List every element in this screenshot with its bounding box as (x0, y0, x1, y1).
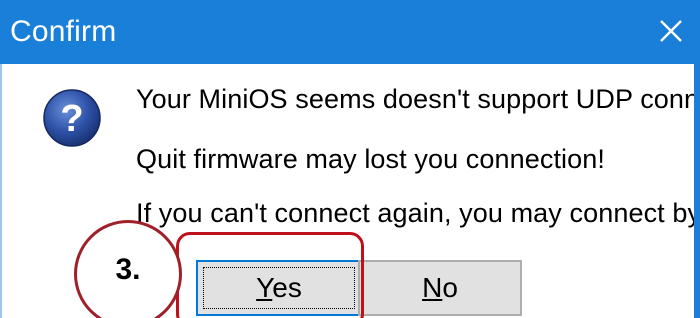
no-label-rest: o (442, 272, 458, 303)
title-bar[interactable]: Confirm (0, 0, 700, 64)
svg-text:?: ? (60, 98, 83, 140)
question-icon: ? (43, 89, 101, 147)
close-button[interactable] (642, 0, 700, 64)
window-left-border (0, 64, 2, 318)
step-number-label: 3. (115, 253, 141, 286)
close-icon (660, 20, 682, 42)
confirm-dialog: Confirm ? Your MiniOS seems doesn't supp… (0, 0, 700, 318)
message-line-3: If you can't connect again, you may conn… (136, 198, 700, 228)
annotation-highlight-box (176, 232, 364, 318)
step-number-callout: 3. (74, 220, 182, 318)
message-line-1: Your MiniOS seems doesn't support UDP co… (136, 84, 700, 114)
dialog-body: ? Your MiniOS seems doesn't support UDP … (0, 64, 700, 318)
window-right-border (694, 64, 700, 318)
message-line-2: Quit firmware may lost you connection! (136, 144, 605, 174)
no-mnemonic: N (422, 272, 443, 303)
no-button[interactable]: No (358, 260, 522, 316)
dialog-title: Confirm (10, 15, 117, 48)
